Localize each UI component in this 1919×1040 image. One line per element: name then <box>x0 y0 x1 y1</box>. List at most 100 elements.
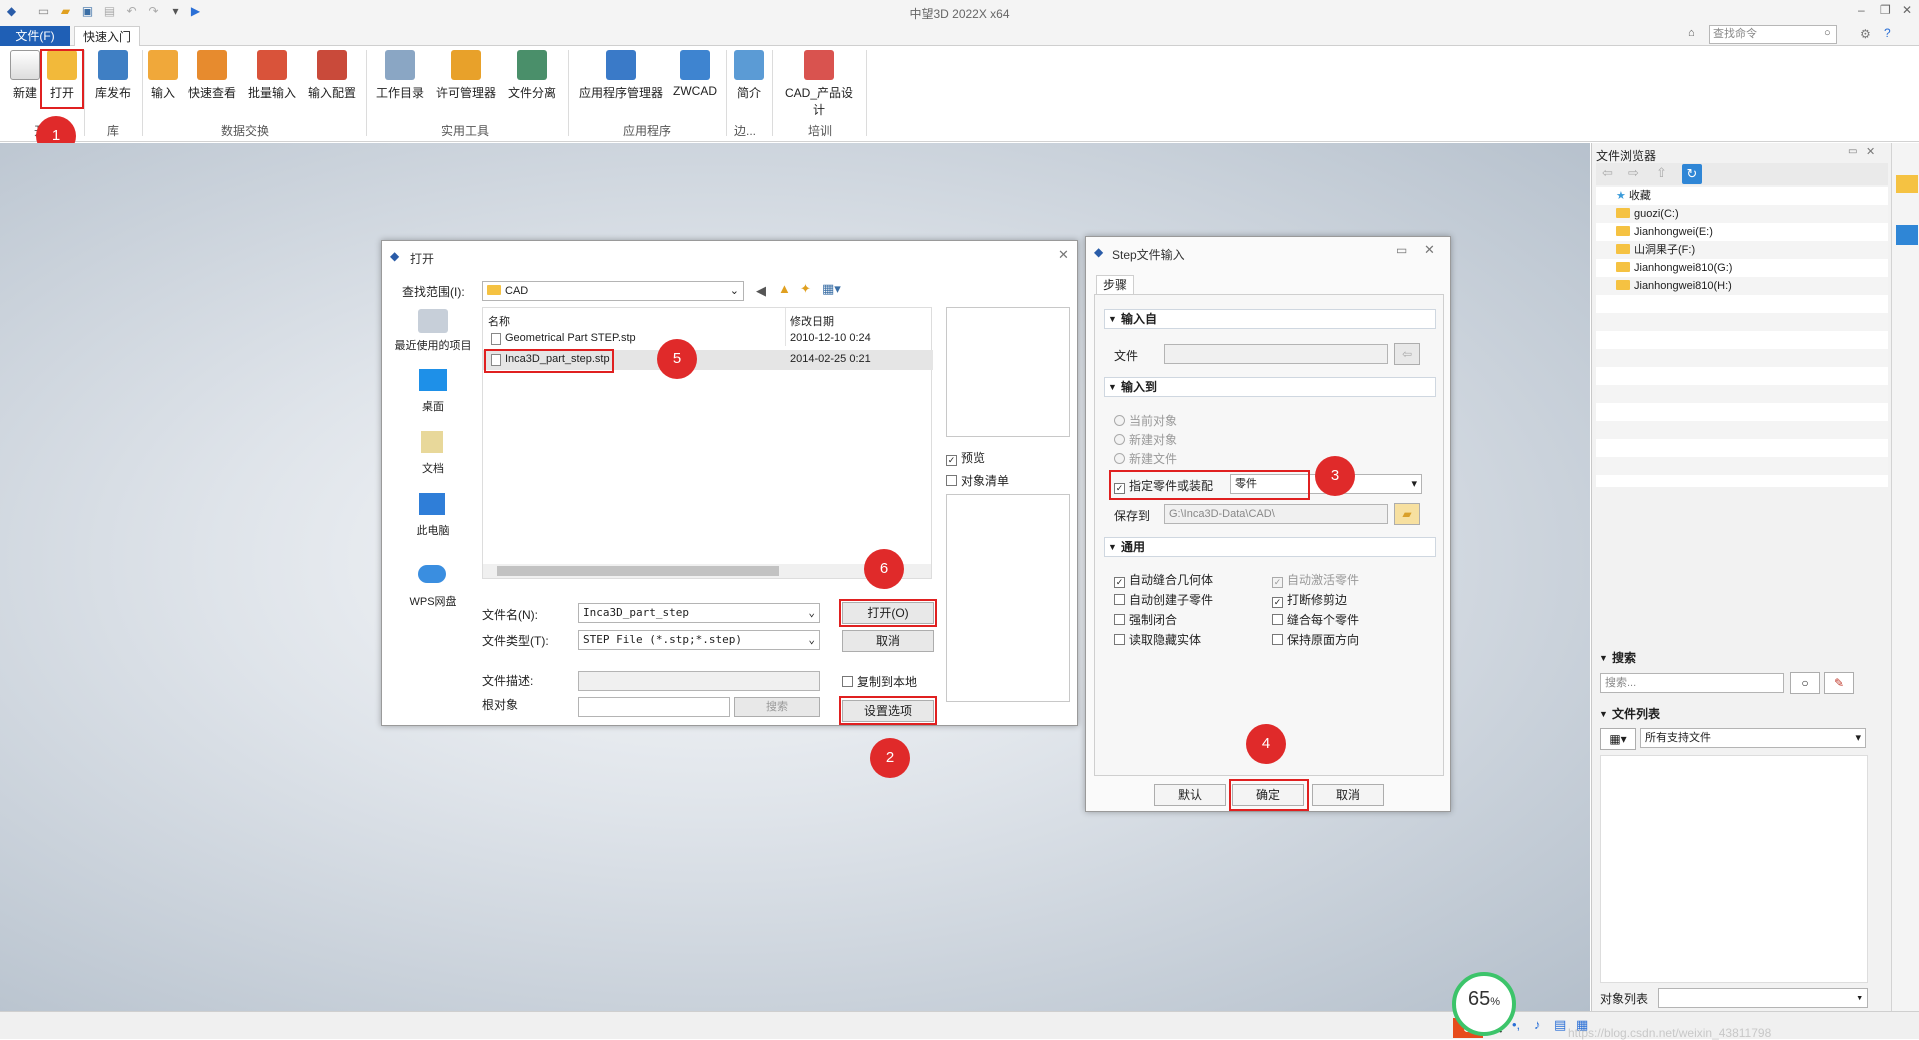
gear-icon[interactable]: ⚙ <box>1860 27 1871 41</box>
auto-create-subpart-checkbox[interactable]: 自动创建子零件 <box>1114 591 1213 608</box>
view-menu-icon[interactable]: ▦▾ <box>822 281 841 297</box>
new-folder-icon[interactable]: ✦ <box>800 281 811 297</box>
close-icon[interactable]: ✕ <box>1424 242 1435 258</box>
folder-tree[interactable]: ★ 收藏 guozi(C:) Jianhongwei(E:) 山洞果子(F:) … <box>1596 187 1888 487</box>
cancel-button[interactable]: 取消 <box>1312 784 1384 806</box>
new-button[interactable]: 新建 <box>10 50 40 101</box>
section-input-from[interactable]: 输入自 <box>1104 309 1436 329</box>
keyboard-icon[interactable]: ▤ <box>1554 1017 1566 1033</box>
force-close-checkbox[interactable]: 强制闭合 <box>1114 611 1177 628</box>
tab-steps[interactable]: 步骤 <box>1096 275 1134 295</box>
browse-folder-button[interactable]: ▰ <box>1394 503 1420 525</box>
tree-item-drive[interactable]: Jianhongwei810(H:) <box>1616 277 1732 295</box>
minimize-icon[interactable]: – <box>1858 3 1865 17</box>
chevron-down-icon: ▾ <box>1855 732 1861 744</box>
filename-input[interactable]: Inca3D_part_step ⌄ <box>578 603 820 623</box>
restore-icon[interactable]: ❐ <box>1880 3 1891 17</box>
back-icon[interactable]: ⇦ <box>1602 165 1613 181</box>
quick-view-button[interactable]: 快速查看 <box>186 50 238 101</box>
section-search[interactable]: 搜索 <box>1596 649 1876 669</box>
section-file-list[interactable]: 文件列表 <box>1596 705 1876 725</box>
keep-face-direction-checkbox[interactable]: 保持原面方向 <box>1272 631 1359 648</box>
chevron-down-icon: ⌄ <box>729 285 739 297</box>
intro-button[interactable]: 简介 <box>732 50 766 101</box>
table-row[interactable]: Geometrical Part STEP.stp 2010-12-10 0:2… <box>483 330 933 348</box>
column-header-name[interactable]: 名称 <box>488 313 510 329</box>
tree-item-drive[interactable]: Jianhongwei810(G:) <box>1616 259 1732 277</box>
group-label-applications: 应用程序 <box>622 124 671 138</box>
search-button[interactable]: 搜索 <box>734 697 820 717</box>
help-icon[interactable]: ? <box>1884 26 1891 40</box>
clear-search-button[interactable]: ✎ <box>1824 672 1854 694</box>
scrollbar-thumb[interactable] <box>497 566 779 576</box>
forward-icon[interactable]: ⇨ <box>1628 165 1639 181</box>
batch-import-button[interactable]: 批量输入 <box>246 50 298 101</box>
folder-icon[interactable] <box>1896 175 1918 193</box>
import-button[interactable]: 输入 <box>148 50 178 101</box>
cancel-button[interactable]: 取消 <box>842 630 934 652</box>
cad-product-design-button[interactable]: CAD_产品设计 <box>780 50 858 118</box>
stitch-each-part-checkbox[interactable]: 缝合每个零件 <box>1272 611 1359 628</box>
file-filter-select[interactable]: 所有支持文件 ▾ <box>1640 728 1866 748</box>
place-recent[interactable]: 最近使用的项目 <box>388 337 478 353</box>
zwcad-button[interactable]: ZWCAD <box>672 50 718 98</box>
tree-item-drive[interactable]: Jianhongwei(E:) <box>1616 223 1713 241</box>
place-this-pc[interactable]: 此电脑 <box>388 522 478 538</box>
tree-item-favorites[interactable]: ★ 收藏 <box>1616 187 1651 205</box>
look-in-select[interactable]: CAD ⌄ <box>482 281 744 301</box>
close-icon[interactable]: ✕ <box>1058 247 1069 263</box>
auto-stitch-checkbox[interactable]: ✓ 自动缝合几何体 <box>1114 571 1213 588</box>
root-object-input[interactable] <box>578 697 730 717</box>
license-manager-button[interactable]: 许可管理器 <box>434 50 498 101</box>
search-icon[interactable]: ○ <box>1824 27 1831 39</box>
filetype-select[interactable]: STEP File (*.stp;*.step) ⌄ <box>578 630 820 650</box>
break-trim-edge-checkbox[interactable]: ✓ 打断修剪边 <box>1272 591 1347 608</box>
folder-icon <box>1616 226 1630 236</box>
back-icon[interactable]: ◀ <box>756 283 766 299</box>
refresh-icon[interactable]: ↻ <box>1682 164 1702 184</box>
app-manager-button[interactable]: 应用程序管理器 <box>574 50 668 101</box>
object-list-select[interactable]: ▾ <box>1658 988 1868 1008</box>
library-publish-button[interactable]: 库发布 <box>90 50 136 101</box>
new-file-icon <box>10 50 40 80</box>
read-hidden-checkbox[interactable]: 读取隐藏实体 <box>1114 631 1201 648</box>
quick-start-tab[interactable]: 快速入门 <box>74 26 140 47</box>
column-header-modified[interactable]: 修改日期 <box>790 313 834 329</box>
file-split-button[interactable]: 文件分离 <box>504 50 560 101</box>
collapse-ribbon-icon[interactable]: ⌂ <box>1688 27 1695 39</box>
view-mode-button[interactable]: ▦▾ <box>1600 728 1636 750</box>
copy-local-checkbox[interactable]: 复制到本地 <box>842 673 917 690</box>
preview-checkbox[interactable]: ✓ 预览 <box>946 449 985 466</box>
radio-new-file: 新建文件 <box>1114 450 1177 467</box>
import-config-button[interactable]: 输入配置 <box>306 50 358 101</box>
close-icon[interactable]: ✕ <box>1902 3 1912 17</box>
search-button[interactable]: ○ <box>1790 672 1820 694</box>
intro-icon <box>734 50 764 80</box>
comment-icon[interactable]: ▭ <box>1396 243 1407 257</box>
file-list[interactable]: 名称 修改日期 Geometrical Part STEP.stp 2010-1… <box>482 307 933 579</box>
close-icon[interactable]: ✕ <box>1866 145 1875 158</box>
punctuation-icon[interactable]: •, <box>1512 1017 1520 1032</box>
auto-activate-checkbox: ✓ 自动激活零件 <box>1272 573 1360 588</box>
import-config-icon <box>317 50 347 80</box>
working-dir-button[interactable]: 工作目录 <box>374 50 426 101</box>
panel-float-icon[interactable]: ▭ <box>1848 146 1857 157</box>
object-list-pane[interactable] <box>946 494 1070 702</box>
section-input-to[interactable]: 输入到 <box>1104 377 1436 397</box>
tree-item-drive[interactable]: 山洞果子(F:) <box>1616 241 1695 259</box>
file-list-area[interactable] <box>1600 755 1868 983</box>
tree-item-drive[interactable]: guozi(C:) <box>1616 205 1679 223</box>
microphone-icon[interactable]: ♪ <box>1534 1017 1541 1032</box>
command-search-input[interactable]: 查找命令 <box>1709 25 1837 44</box>
place-desktop[interactable]: 桌面 <box>388 398 478 414</box>
section-general[interactable]: 通用 <box>1104 537 1436 557</box>
up-folder-icon[interactable]: ▲ <box>778 281 791 296</box>
settings-panel-icon[interactable] <box>1896 225 1918 245</box>
place-documents[interactable]: 文档 <box>388 460 478 476</box>
file-menu-tab[interactable]: 文件(F) <box>0 26 70 46</box>
default-button[interactable]: 默认 <box>1154 784 1226 806</box>
object-list-checkbox[interactable]: 对象清单 <box>946 472 1009 489</box>
up-icon[interactable]: ⇧ <box>1656 165 1667 181</box>
browser-search-input[interactable]: 搜索... <box>1600 673 1784 693</box>
place-wps-drive[interactable]: WPS网盘 <box>388 593 478 609</box>
